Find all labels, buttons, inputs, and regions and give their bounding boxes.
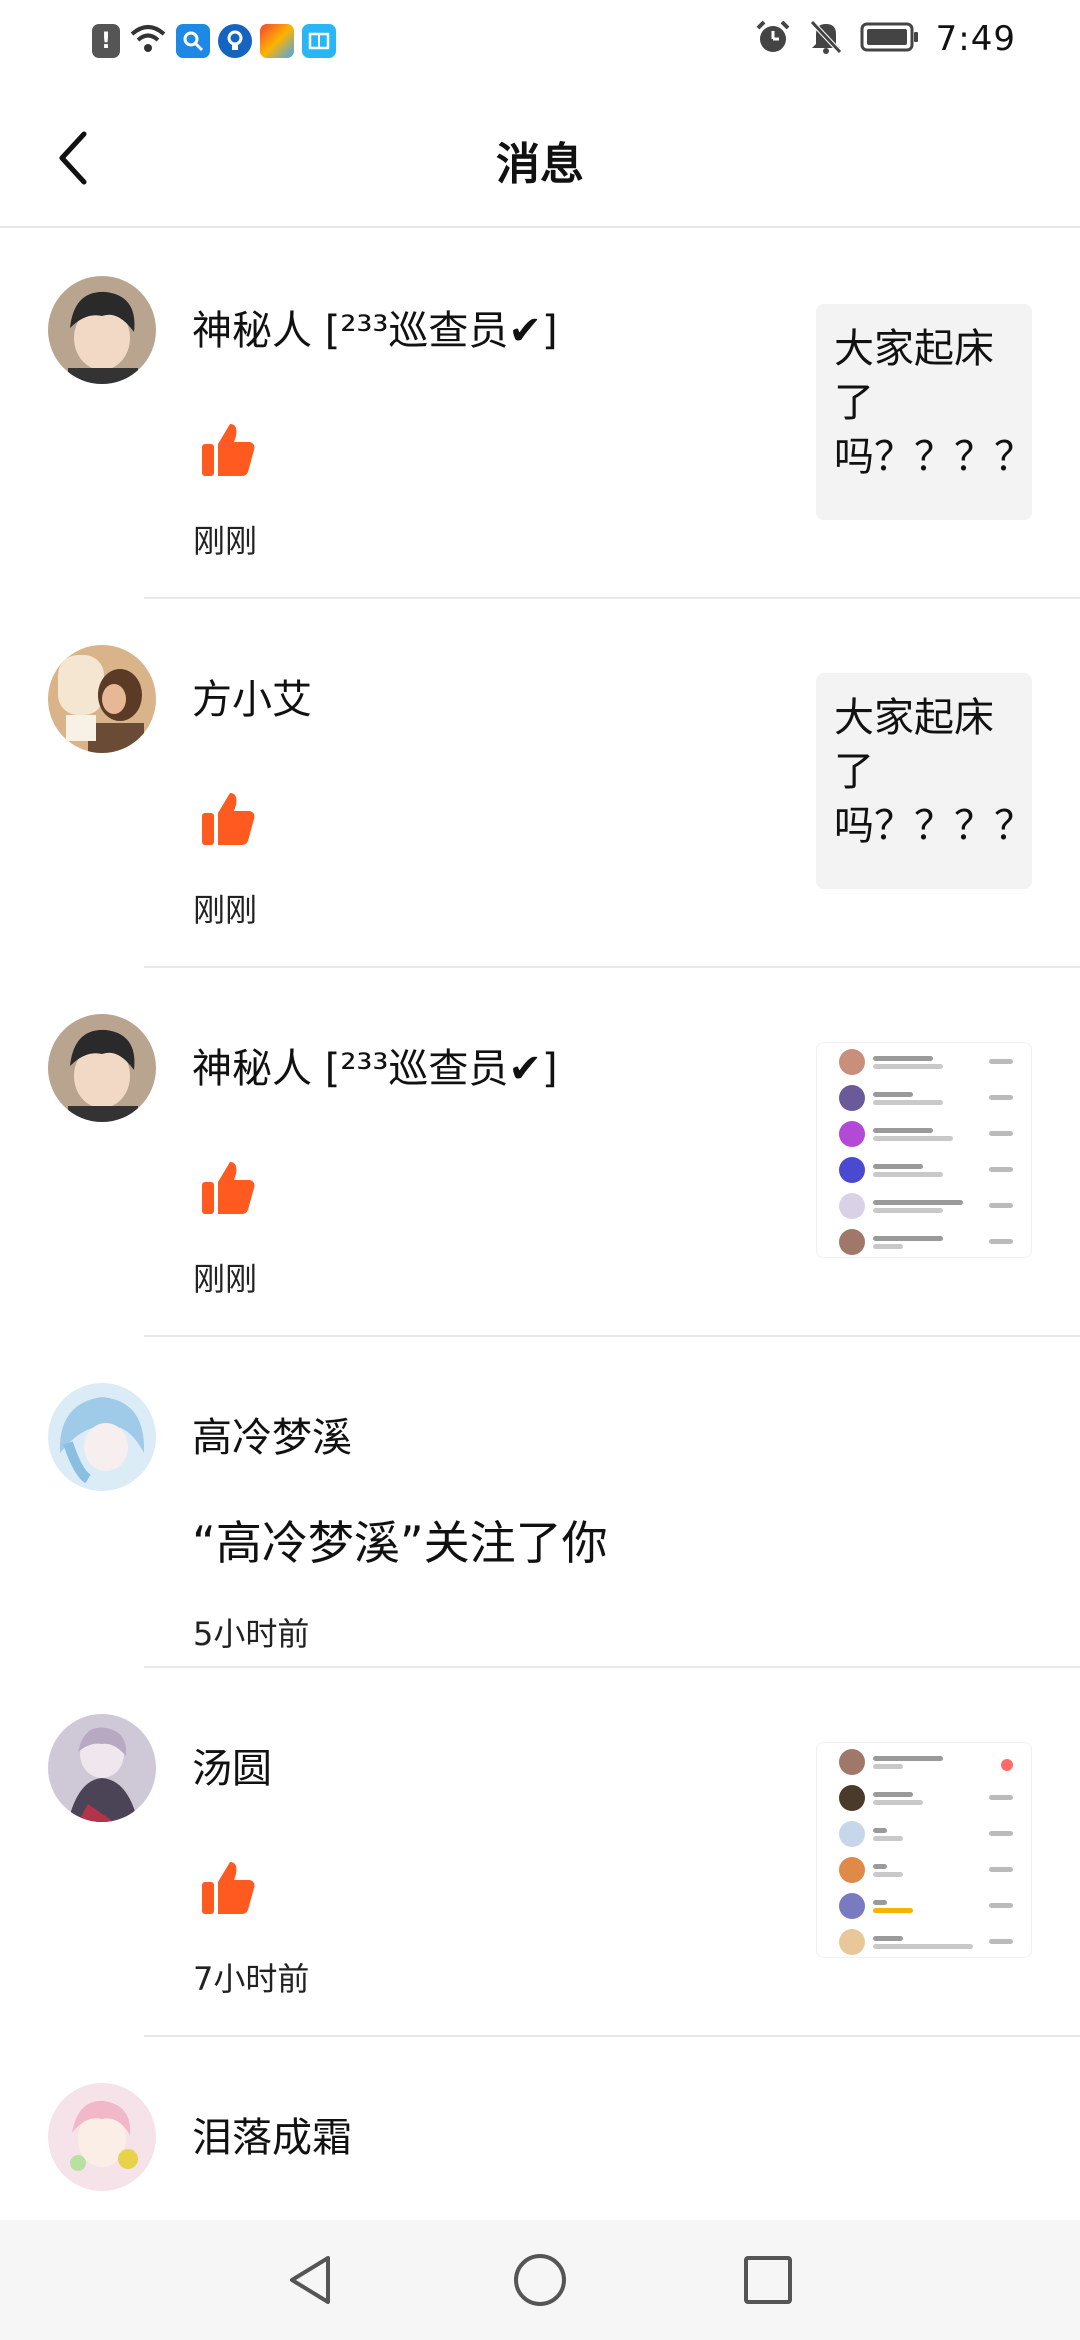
clock-time: 7:49 xyxy=(935,19,1016,59)
avatar[interactable] xyxy=(48,276,156,384)
message-time: 刚刚 xyxy=(193,522,258,560)
post-preview[interactable]: 大家起床了吗？？？？ xyxy=(816,673,1034,889)
system-nav-bar xyxy=(0,2220,1080,2340)
bulb-app-icon xyxy=(218,24,252,58)
message-list[interactable]: 神秘人 [²³³巡查员✔] 刚刚 大家起床了吗？？？？ 方小艾 刚刚 大家起床了… xyxy=(0,230,1080,2220)
nav-home-icon xyxy=(514,2254,566,2306)
message-time: 刚刚 xyxy=(193,1260,258,1298)
battery-icon xyxy=(860,21,920,57)
message-time: 7小时前 xyxy=(193,1960,310,1998)
sender-name[interactable]: 泪落成霜 xyxy=(192,2105,352,2163)
nav-home-button[interactable] xyxy=(510,2250,570,2310)
thumbs-up-icon xyxy=(202,424,255,476)
avatar[interactable] xyxy=(48,2083,156,2191)
list-item[interactable]: 汤圆 7小时前 xyxy=(0,1668,1080,2037)
screenshot-preview[interactable] xyxy=(816,1042,1032,1258)
book-app-icon xyxy=(302,24,336,58)
alert-icon: ! xyxy=(92,24,120,58)
screenshot-preview[interactable] xyxy=(816,1742,1032,1958)
avatar[interactable] xyxy=(48,1714,156,1822)
thumbs-up-icon xyxy=(202,1862,255,1914)
sender-name[interactable]: 方小艾 xyxy=(192,667,312,725)
list-item[interactable]: 神秘人 [²³³巡查员✔] 刚刚 大家起床了吗？？？？ xyxy=(0,230,1080,599)
status-bar: ! 7:49 xyxy=(0,0,1080,88)
sender-name[interactable]: 神秘人 [²³³巡查员✔] xyxy=(192,1036,558,1094)
nav-back-icon xyxy=(290,2256,330,2304)
list-item[interactable]: 泪落成霜 “泪落成霜”关注了你 xyxy=(0,2037,1080,2220)
sender-name[interactable]: 汤圆 xyxy=(192,1736,272,1794)
follow-notice: “高冷梦溪”关注了你 xyxy=(192,1516,608,1570)
list-item[interactable]: 神秘人 [²³³巡查员✔] 刚刚 xyxy=(0,968,1080,1337)
message-time: 刚刚 xyxy=(193,891,258,929)
list-item[interactable]: 方小艾 刚刚 大家起床了吗？？？？ xyxy=(0,599,1080,968)
avatar[interactable] xyxy=(48,1014,156,1122)
sender-name[interactable]: 高冷梦溪 xyxy=(192,1405,352,1463)
page-title: 消息 xyxy=(496,139,584,190)
thumbs-up-icon xyxy=(202,1162,255,1214)
thumbs-up-icon xyxy=(202,793,255,845)
mute-icon xyxy=(808,18,844,60)
nav-recent-icon xyxy=(744,2256,792,2304)
app-header: 消息 xyxy=(0,88,1080,228)
sender-name[interactable]: 神秘人 [²³³巡查员✔] xyxy=(192,298,558,356)
list-item[interactable]: 高冷梦溪 “高冷梦溪”关注了你 5小时前 xyxy=(0,1337,1080,1668)
puzzle-app-icon xyxy=(260,24,294,58)
nav-back-button[interactable] xyxy=(280,2250,340,2310)
search-app-icon xyxy=(176,24,210,58)
status-right-icons: 7:49 xyxy=(754,18,1016,60)
post-preview[interactable]: 大家起床了吗？？？？ xyxy=(816,304,1034,520)
alarm-icon xyxy=(754,18,792,60)
avatar[interactable] xyxy=(48,1383,156,1491)
status-left-icons: ! xyxy=(92,22,336,60)
message-time: 5小时前 xyxy=(193,1615,310,1653)
follow-notice: “泪落成霜”关注了你 xyxy=(192,2207,608,2220)
wifi-icon xyxy=(128,22,168,60)
nav-recent-button[interactable] xyxy=(738,2250,798,2310)
avatar[interactable] xyxy=(48,645,156,753)
